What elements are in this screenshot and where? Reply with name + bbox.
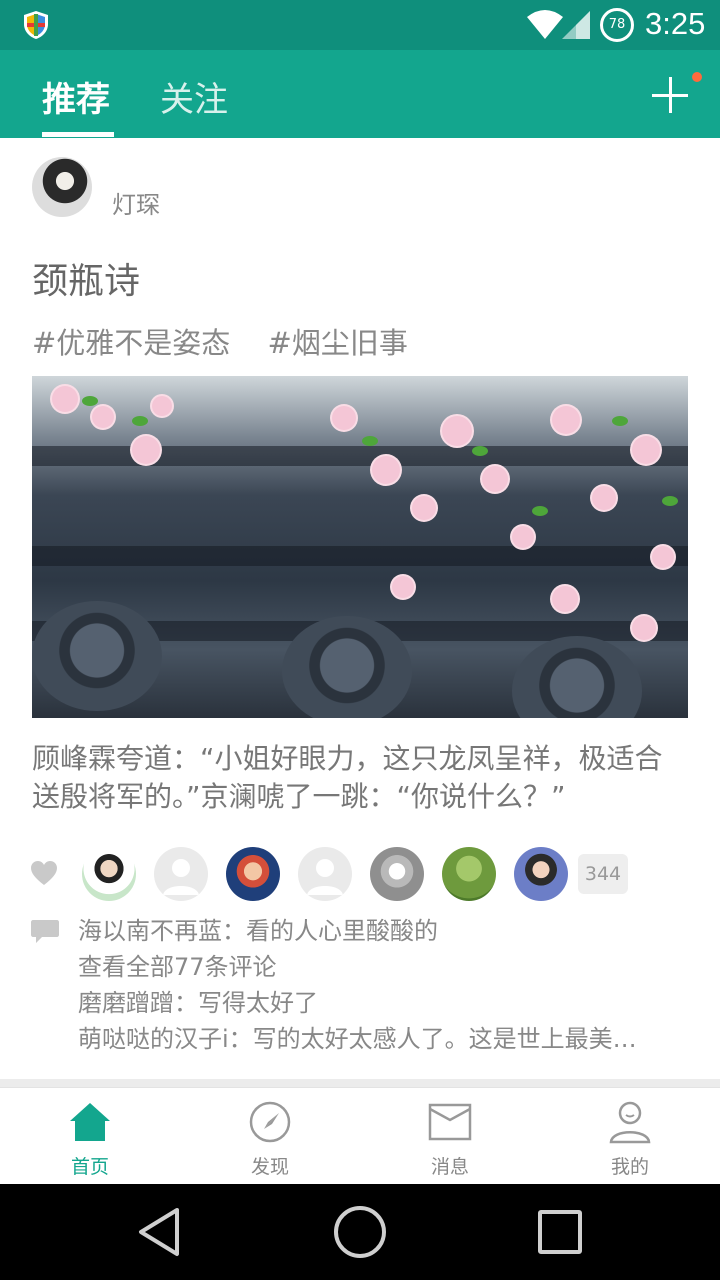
comment-item[interactable]: 萌哒哒的汉子i：写的太好太感人了。这是世上最美… xyxy=(78,1021,678,1057)
comment-item[interactable]: 海以南不再蓝：看的人心里酸酸的 xyxy=(78,913,678,949)
post-tags: #优雅不是姿态 #烟尘旧事 xyxy=(32,320,408,362)
battery-icon: 78 xyxy=(600,8,634,42)
liker-avatar[interactable] xyxy=(154,847,208,901)
nav-messages[interactable]: 消息 xyxy=(360,1088,540,1185)
add-post-icon[interactable] xyxy=(652,77,688,113)
heart-icon[interactable] xyxy=(30,860,58,886)
nav-profile[interactable]: 我的 xyxy=(540,1088,720,1185)
nav-home[interactable]: 首页 xyxy=(0,1088,180,1185)
profile-icon xyxy=(609,1101,651,1144)
liker-avatar[interactable] xyxy=(226,847,280,901)
author-avatar[interactable] xyxy=(32,157,92,217)
wifi-icon xyxy=(527,10,563,39)
author-name[interactable]: 灯琛 xyxy=(112,185,160,220)
signal-icon xyxy=(562,11,590,39)
liker-avatar[interactable] xyxy=(514,847,568,901)
back-icon[interactable] xyxy=(135,1206,183,1258)
comment-icon[interactable] xyxy=(30,918,60,946)
message-icon xyxy=(428,1103,472,1141)
notification-dot xyxy=(692,72,702,82)
post-excerpt[interactable]: 顾峰霖夸道：“小姐好眼力，这只龙凤呈祥，极适合送殷将军的。”京澜唬了一跳：“你说… xyxy=(32,740,688,816)
tab-follow[interactable]: 关注 xyxy=(160,72,228,121)
active-tab-indicator xyxy=(42,132,114,137)
compass-icon xyxy=(249,1101,291,1143)
nav-discover[interactable]: 发现 xyxy=(180,1088,360,1185)
post-title[interactable]: 颈瓶诗 xyxy=(32,252,140,304)
post-image[interactable] xyxy=(32,376,688,718)
tab-recommend[interactable]: 推荐 xyxy=(42,72,110,121)
recent-apps-icon[interactable] xyxy=(538,1210,582,1254)
nav-profile-label: 我的 xyxy=(610,1156,649,1178)
liker-avatar[interactable] xyxy=(298,847,352,901)
liker-avatar[interactable] xyxy=(442,847,496,901)
system-navigation-bar xyxy=(0,1184,720,1280)
section-divider xyxy=(0,1079,720,1087)
comment-item[interactable]: 磨磨蹭蹭：写得太好了 xyxy=(78,985,678,1021)
security-shield-icon xyxy=(24,11,48,39)
tag-link[interactable]: #烟尘旧事 xyxy=(268,326,408,360)
status-bar: 78 3:25 xyxy=(0,0,720,50)
liker-avatar[interactable] xyxy=(82,847,136,901)
nav-home-label: 首页 xyxy=(70,1156,109,1178)
nav-discover-label: 发现 xyxy=(250,1156,289,1178)
tag-link[interactable]: #优雅不是姿态 xyxy=(32,326,230,360)
app-header: 推荐 关注 xyxy=(0,50,720,138)
bottom-navigation: 首页 发现 消息 我的 xyxy=(0,1087,720,1184)
comment-list: 海以南不再蓝：看的人心里酸酸的 查看全部77条评论 磨磨蹭蹭：写得太好了 萌哒哒… xyxy=(78,913,678,1057)
home-button-icon[interactable] xyxy=(334,1206,386,1258)
like-count-badge[interactable]: 344 xyxy=(578,854,628,894)
view-all-comments-link[interactable]: 查看全部77条评论 xyxy=(78,949,678,985)
home-icon xyxy=(70,1103,110,1141)
status-time: 3:25 xyxy=(645,6,706,41)
nav-messages-label: 消息 xyxy=(430,1156,469,1178)
liker-avatar[interactable] xyxy=(370,847,424,901)
